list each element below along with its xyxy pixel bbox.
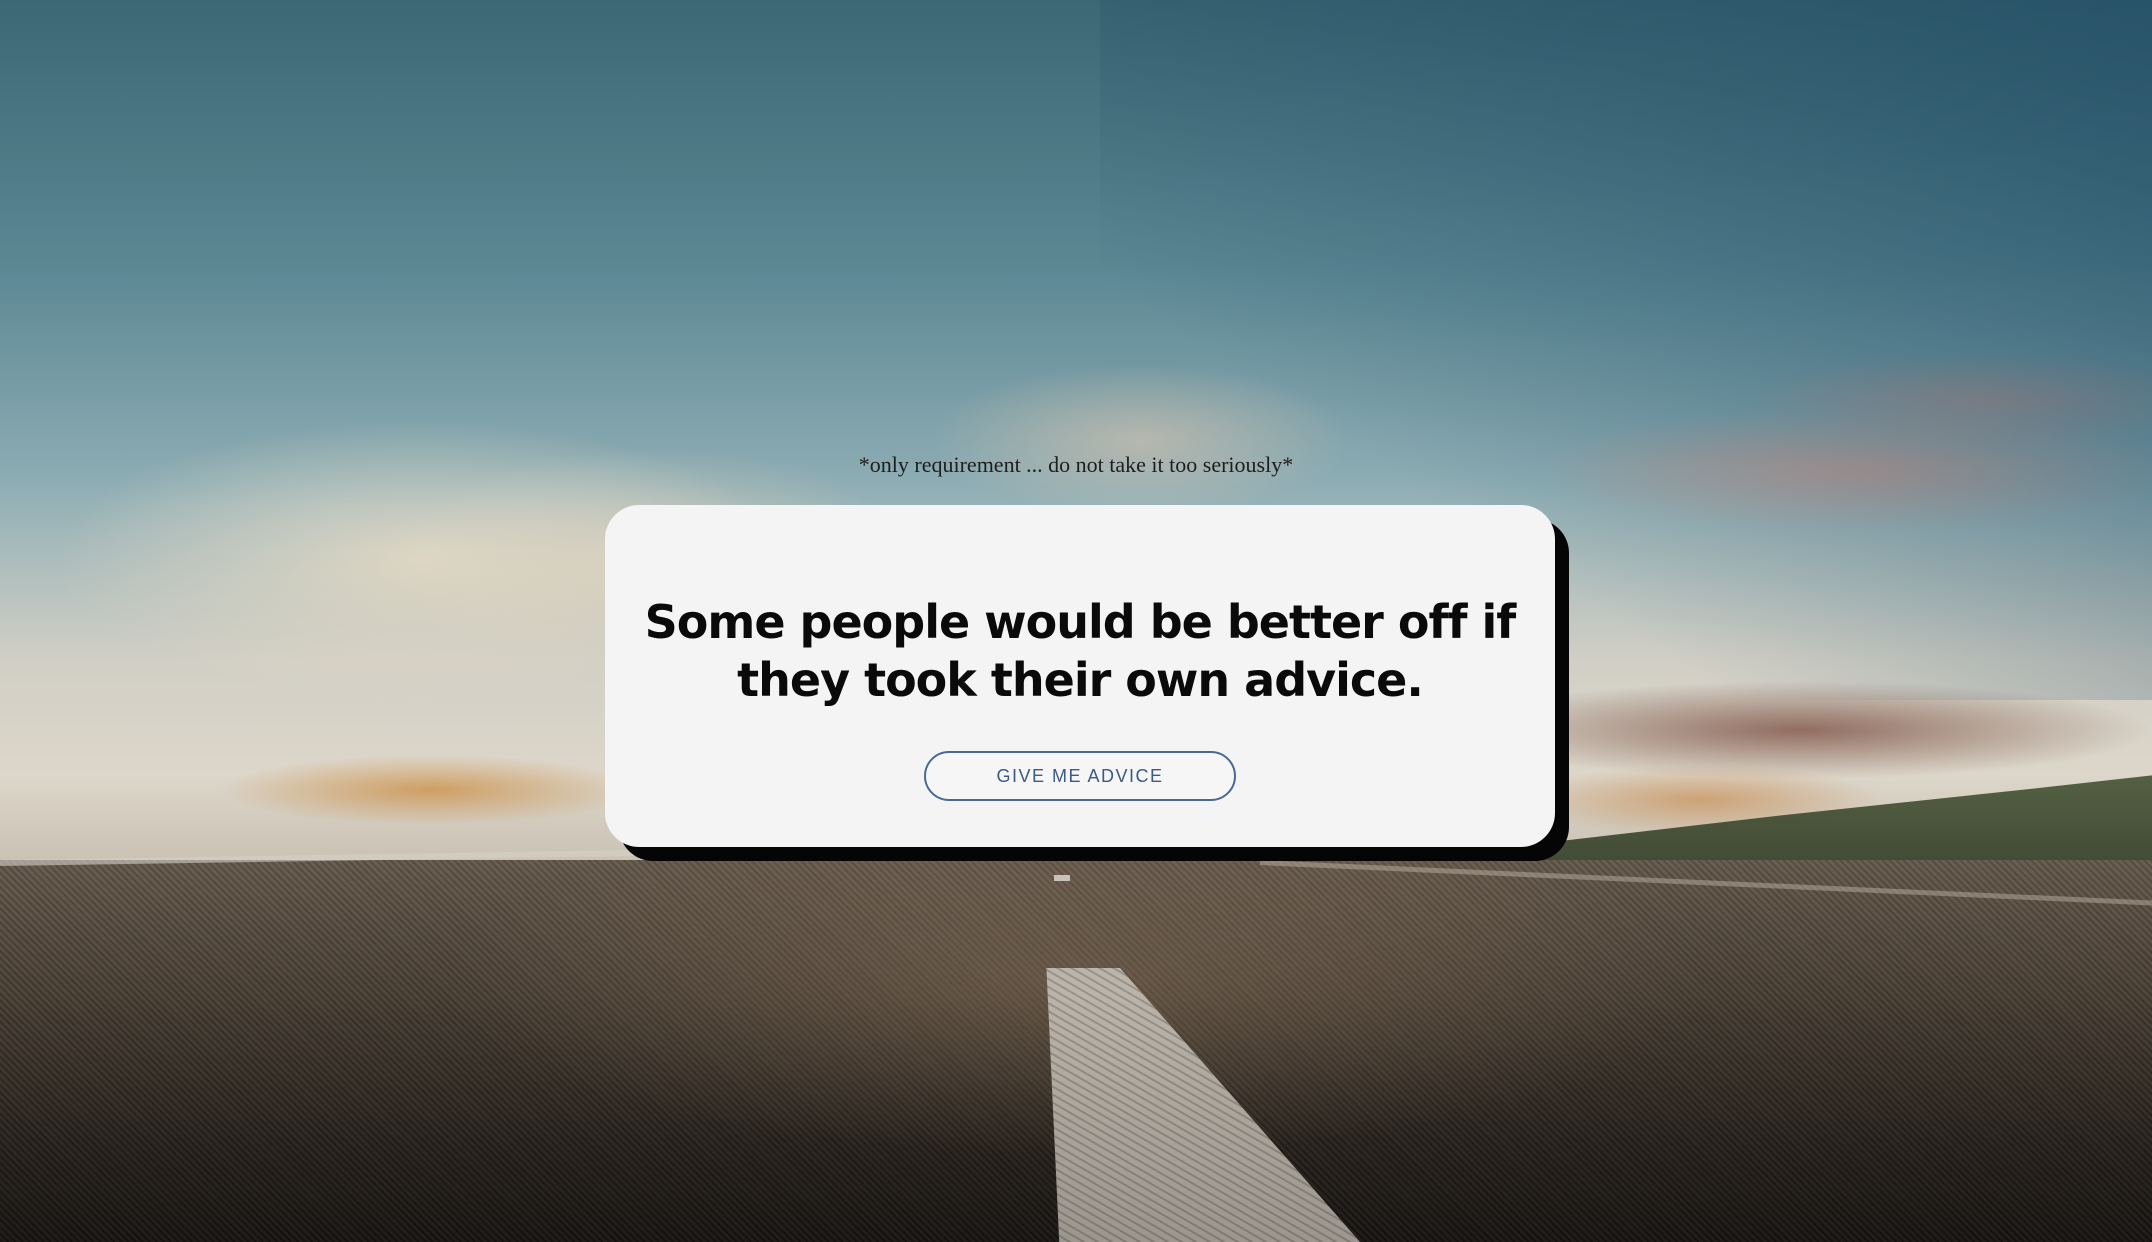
give-advice-button[interactable]: GIVE ME ADVICE [924, 751, 1236, 801]
disclaimer-note: *only requirement ... do not take it too… [858, 452, 1294, 477]
advice-card: Some people would be better off if they … [605, 505, 1555, 847]
advice-quote: Some people would be better off if they … [644, 595, 1517, 707]
page: *only requirement ... do not take it too… [0, 0, 2152, 1242]
